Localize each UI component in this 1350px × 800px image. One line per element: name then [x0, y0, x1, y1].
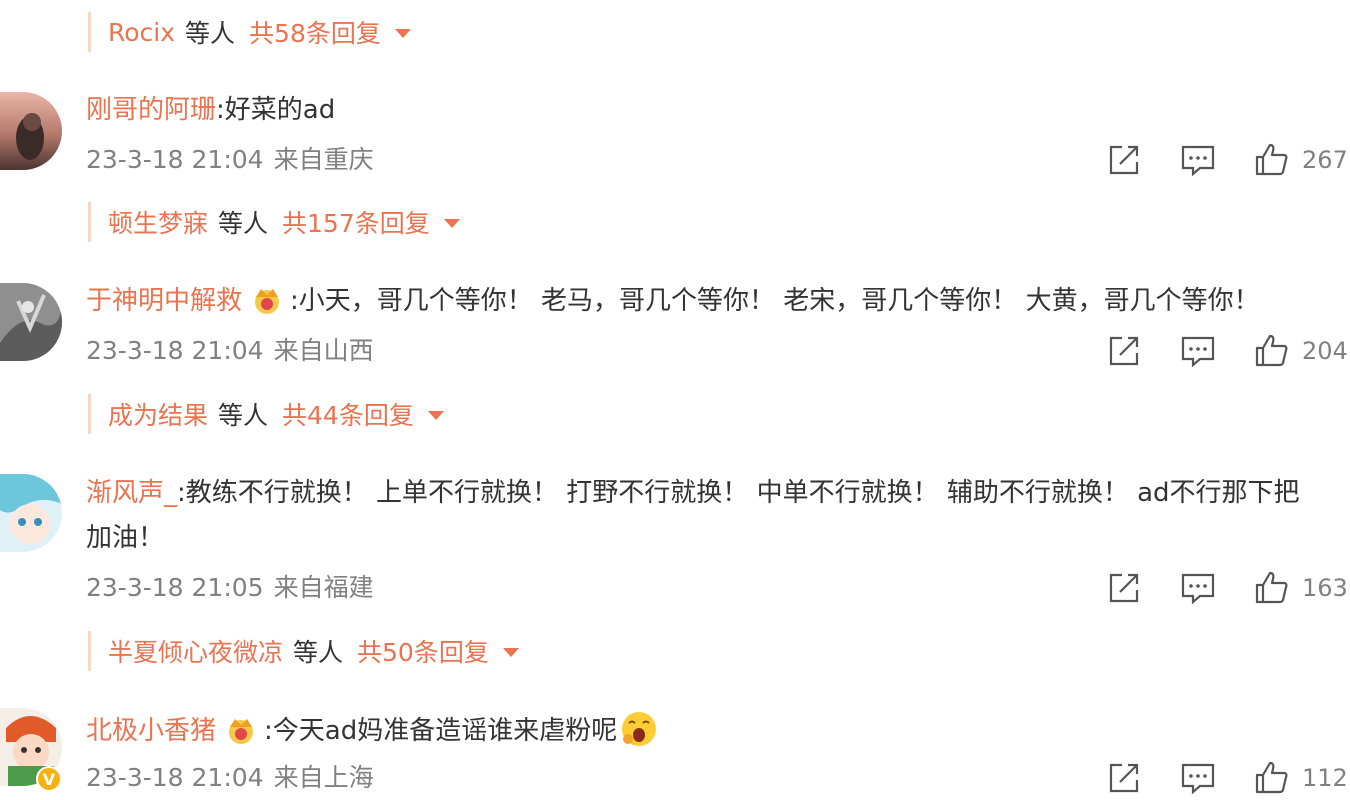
- comment-actions: 112: [1106, 760, 1348, 796]
- reply-count-link[interactable]: 共50条回复: [357, 633, 489, 669]
- yawn-emoji-icon: [619, 709, 659, 749]
- reply-etc-label: 等人: [293, 638, 344, 667]
- reply-etc-label: 等人: [218, 401, 269, 430]
- thumbs-up-icon[interactable]: [1254, 570, 1290, 606]
- reply-count-link[interactable]: 共157条回复: [282, 204, 430, 240]
- reply-summary-bar[interactable]: Rocix 等人 共58条回复: [88, 12, 411, 52]
- comment-location: 来自福建: [273, 573, 374, 602]
- reply-etc-label: 等人: [185, 19, 236, 48]
- comment-timestamp: 23-3-18 21:04: [86, 336, 264, 365]
- thumbs-up-icon[interactable]: [1254, 142, 1290, 178]
- comment-body: :好菜的ad: [216, 95, 336, 125]
- like-count: 163: [1302, 574, 1348, 602]
- share-icon[interactable]: [1106, 570, 1142, 606]
- comment-meta: 23-3-18 21:04 来自重庆: [86, 143, 374, 177]
- comment-text: 北极小香猪 :今天ad妈准备造谣谁来虐粉呢: [86, 709, 665, 749]
- reply-count-link[interactable]: 共44条回复: [282, 396, 414, 432]
- comment-icon[interactable]: [1180, 333, 1216, 369]
- reply-summary-bar[interactable]: 成为结果 等人 共44条回复: [88, 394, 444, 434]
- comment-username[interactable]: 渐风声_: [86, 478, 177, 508]
- reply-summary-bar[interactable]: 顿生梦寐 等人 共157条回复: [88, 202, 460, 242]
- like-count: 112: [1302, 764, 1348, 792]
- comment-username[interactable]: 于神明中解救: [86, 286, 242, 316]
- comment-username[interactable]: 刚哥的阿珊: [86, 95, 216, 125]
- comment-actions: 163: [1106, 570, 1348, 606]
- like-count: 204: [1302, 337, 1348, 365]
- share-icon[interactable]: [1106, 142, 1142, 178]
- chevron-down-icon[interactable]: [502, 648, 519, 657]
- avatar[interactable]: [0, 92, 62, 170]
- verified-badge: V: [36, 766, 62, 792]
- reply-user-names[interactable]: Rocix: [108, 18, 175, 47]
- reply-user-names[interactable]: 半夏倾心夜微凉: [108, 633, 283, 669]
- comment-body: :今天ad妈准备造谣谁来虐粉呢: [264, 716, 618, 746]
- comment-location: 来自重庆: [273, 145, 374, 174]
- avatar[interactable]: [0, 474, 62, 552]
- comment-actions: 204: [1106, 333, 1348, 369]
- comment-text: 于神明中解救 :小天，哥几个等你！ 老马，哥几个等你！ 老宋，哥几个等你！ 大黄，…: [86, 283, 1260, 319]
- comment-timestamp: 23-3-18 21:04: [86, 145, 264, 174]
- comment-body: :教练不行就换！ 上单不行就换！ 打野不行就换！ 中单不行就换！ 辅助不行就换！…: [177, 478, 1300, 508]
- comment-icon[interactable]: [1180, 570, 1216, 606]
- comment-text: 刚哥的阿珊:好菜的ad: [86, 92, 335, 128]
- comment-meta: 23-3-18 21:05 来自福建: [86, 571, 374, 605]
- chevron-down-icon[interactable]: [443, 219, 460, 228]
- comment-icon[interactable]: [1180, 760, 1216, 796]
- comment-location: 来自山西: [273, 336, 374, 365]
- comment-body-continued: 加油！: [86, 523, 165, 553]
- avatar[interactable]: [0, 283, 62, 361]
- comment-username[interactable]: 北极小香猪: [86, 716, 216, 746]
- reply-summary-bar[interactable]: 半夏倾心夜微凉 等人 共50条回复: [88, 631, 519, 671]
- comment-actions: 267: [1106, 142, 1348, 178]
- comment-timestamp: 23-3-18 21:04: [86, 763, 264, 792]
- comment-location: 来自上海: [273, 763, 374, 792]
- share-icon[interactable]: [1106, 333, 1142, 369]
- chevron-down-icon[interactable]: [394, 29, 411, 38]
- comment-body: :小天，哥几个等你！ 老马，哥几个等你！ 老宋，哥几个等你！ 大黄，哥几个等你！: [290, 286, 1260, 316]
- comment-meta: 23-3-18 21:04 来自山西: [86, 334, 374, 368]
- chevron-down-icon[interactable]: [427, 411, 444, 420]
- share-icon[interactable]: [1106, 760, 1142, 796]
- thumbs-up-icon[interactable]: [1254, 760, 1290, 796]
- reply-count-link[interactable]: 共58条回复: [249, 14, 381, 50]
- comment-text: 渐风声_:教练不行就换！ 上单不行就换！ 打野不行就换！ 中单不行就换！ 辅助不…: [86, 475, 1300, 511]
- vip-crown-icon: [250, 285, 284, 315]
- comment-icon[interactable]: [1180, 142, 1216, 178]
- comment-timestamp: 23-3-18 21:05: [86, 573, 264, 602]
- reply-user-names[interactable]: 顿生梦寐: [108, 204, 208, 240]
- reply-etc-label: 等人: [218, 209, 269, 238]
- thumbs-up-icon[interactable]: [1254, 333, 1290, 369]
- like-count: 267: [1302, 146, 1348, 174]
- comment-meta: 23-3-18 21:04 来自上海: [86, 761, 374, 795]
- vip-crown-icon: [224, 715, 258, 745]
- reply-user-names[interactable]: 成为结果: [108, 396, 208, 432]
